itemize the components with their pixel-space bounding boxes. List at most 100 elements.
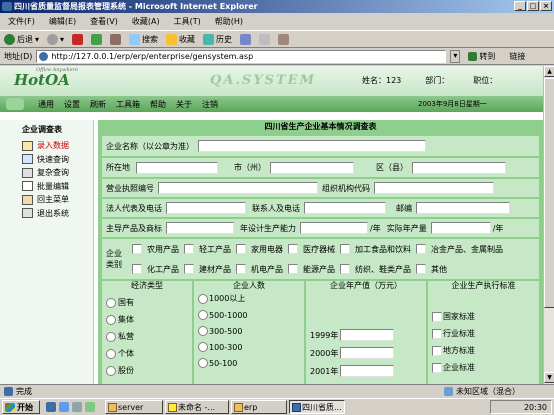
edit-icon[interactable] xyxy=(278,33,290,45)
econ-type-radio[interactable] xyxy=(106,331,116,342)
standard-checkbox[interactable] xyxy=(432,345,442,356)
sidebar-item-enter-data[interactable]: 录入数据 xyxy=(0,139,93,153)
nav-toolbox[interactable]: 工具箱 xyxy=(116,99,140,110)
nav-home-icon[interactable] xyxy=(6,98,24,110)
mail-icon[interactable] xyxy=(240,33,252,45)
headcount-radio[interactable] xyxy=(198,342,208,352)
license-input[interactable] xyxy=(158,182,318,194)
category-checkbox[interactable] xyxy=(288,244,298,254)
category-checkbox[interactable] xyxy=(340,264,350,274)
year-value-input[interactable] xyxy=(340,329,395,341)
history-button[interactable]: 历史 xyxy=(203,33,232,45)
license-row: 营业执照编号 组织机构代码 xyxy=(102,179,539,197)
headcount-radio[interactable] xyxy=(198,326,208,336)
standard-checkbox[interactable] xyxy=(432,362,442,373)
clock[interactable]: 20:30 xyxy=(524,403,547,412)
stop-icon[interactable] xyxy=(72,33,84,45)
chevron-down-icon[interactable]: ▾ xyxy=(35,35,39,44)
county-input[interactable] xyxy=(412,161,506,174)
standard-checkbox[interactable] xyxy=(432,328,442,339)
minimize-button[interactable]: _ xyxy=(514,1,526,11)
category-checkbox[interactable] xyxy=(236,244,246,254)
links-label[interactable]: 链接 xyxy=(509,51,525,62)
sidebar-item-main-menu[interactable]: 回主菜单 xyxy=(0,193,93,207)
chevron-down-icon[interactable]: ▾ xyxy=(60,35,64,44)
year-value-input[interactable] xyxy=(340,365,395,377)
sidebar-item-complex-query[interactable]: 复杂查询 xyxy=(0,166,93,180)
scroll-up-icon[interactable]: ▲ xyxy=(544,66,554,77)
actual-output-input[interactable] xyxy=(430,222,491,234)
task-erp[interactable]: erp xyxy=(231,400,287,414)
category-checkbox[interactable] xyxy=(416,244,426,254)
nav-refresh[interactable]: 刷新 xyxy=(90,99,106,110)
econ-type-radio[interactable] xyxy=(106,314,116,325)
ie-quicklaunch-icon[interactable] xyxy=(46,402,56,412)
contact-input[interactable] xyxy=(304,202,386,214)
maximize-button[interactable]: □ xyxy=(527,1,539,11)
main-product-input[interactable] xyxy=(166,222,234,234)
category-option-label: 家用电器 xyxy=(251,244,283,254)
org-code-input[interactable] xyxy=(374,182,494,194)
sidebar-item-exit[interactable]: 退出系统 xyxy=(0,207,93,221)
category-checkbox[interactable] xyxy=(184,264,194,274)
postcode-input[interactable] xyxy=(416,202,510,214)
task-ie-sichuan[interactable]: 四川省质... xyxy=(289,400,345,414)
desktop-quicklaunch-icon[interactable] xyxy=(72,402,82,412)
search-icon xyxy=(129,33,141,45)
nav-general[interactable]: 通用 xyxy=(38,99,54,110)
refresh-icon[interactable] xyxy=(91,33,103,45)
headcount-radio[interactable] xyxy=(198,358,208,368)
nav-logout[interactable]: 注销 xyxy=(202,99,218,110)
headcount-radio[interactable] xyxy=(198,310,208,320)
app-quicklaunch-icon[interactable] xyxy=(85,402,95,412)
legal-rep-input[interactable] xyxy=(166,202,246,214)
task-server[interactable]: server xyxy=(105,400,163,414)
go-button[interactable]: 转到 xyxy=(468,51,495,62)
menu-file[interactable]: 文件(F) xyxy=(8,16,35,27)
favorites-button[interactable]: 收藏 xyxy=(166,33,195,45)
category-checkbox[interactable] xyxy=(132,244,142,254)
window-title-bar[interactable]: 四川省质量监督局报表管理系统 - Microsoft Internet Expl… xyxy=(0,0,554,13)
menu-edit[interactable]: 编辑(E) xyxy=(49,16,76,27)
address-input[interactable]: http://127.0.0.1/erp/erp/enterprise/gens… xyxy=(36,50,447,63)
category-checkbox[interactable] xyxy=(236,264,246,274)
company-name-input[interactable] xyxy=(198,140,426,152)
print-icon[interactable] xyxy=(259,33,271,45)
category-checkbox[interactable] xyxy=(288,264,298,274)
home-icon[interactable] xyxy=(110,33,122,45)
address-dropdown-icon[interactable]: ▾ xyxy=(450,50,461,63)
forward-button[interactable]: ▾ xyxy=(47,33,64,45)
city-input[interactable] xyxy=(270,161,354,174)
batch-edit-icon xyxy=(22,181,33,192)
vertical-scrollbar[interactable]: ▲ ▼ xyxy=(543,66,554,384)
location-input[interactable] xyxy=(136,161,218,174)
year-value-input[interactable] xyxy=(340,347,395,359)
nav-help[interactable]: 帮助 xyxy=(150,99,166,110)
category-checkbox[interactable] xyxy=(132,264,142,274)
standard-checkbox[interactable] xyxy=(432,311,442,322)
search-button[interactable]: 搜索 xyxy=(129,33,158,45)
menu-tools[interactable]: 工具(T) xyxy=(174,16,201,27)
econ-type-radio[interactable] xyxy=(106,365,116,376)
back-button[interactable]: 后退 ▾ xyxy=(4,33,39,45)
sidebar-item-batch-edit[interactable]: 批量编辑 xyxy=(0,180,93,194)
headcount-radio[interactable] xyxy=(198,293,208,304)
scroll-thumb[interactable] xyxy=(544,78,554,308)
econ-type-radio[interactable] xyxy=(106,348,116,359)
category-checkbox[interactable] xyxy=(184,244,194,254)
task-untitled[interactable]: 未命名 -... xyxy=(165,400,229,414)
category-checkbox[interactable] xyxy=(340,244,350,254)
scroll-down-icon[interactable]: ▼ xyxy=(544,372,554,383)
category-checkbox[interactable] xyxy=(416,264,426,274)
outlook-quicklaunch-icon[interactable] xyxy=(59,402,69,412)
menu-help[interactable]: 帮助(H) xyxy=(215,16,243,27)
sidebar-item-quick-query[interactable]: 快速查询 xyxy=(0,153,93,167)
nav-about[interactable]: 关于 xyxy=(176,99,192,110)
menu-favorites[interactable]: 收藏(A) xyxy=(132,16,160,27)
annual-capacity-input[interactable] xyxy=(300,222,368,234)
nav-settings[interactable]: 设置 xyxy=(64,99,80,110)
menu-view[interactable]: 查看(V) xyxy=(90,16,118,27)
start-button[interactable]: 开始 xyxy=(2,400,40,414)
close-button[interactable]: × xyxy=(540,1,552,11)
econ-type-radio[interactable] xyxy=(106,297,116,308)
